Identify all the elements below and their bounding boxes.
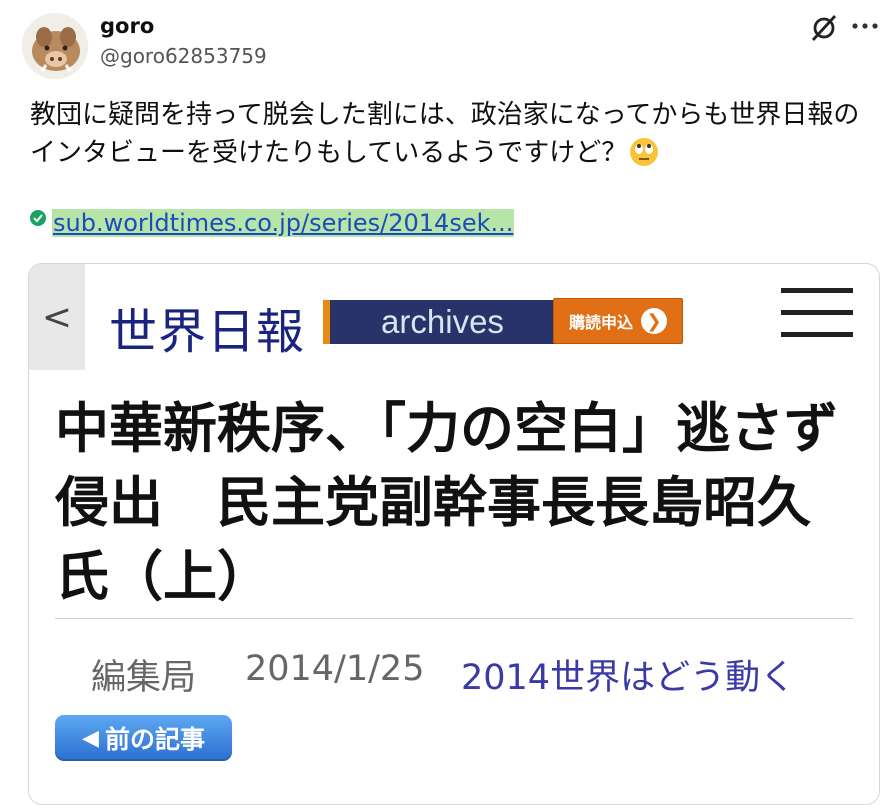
site-logo[interactable]: 世界日報 bbox=[109, 292, 305, 362]
more-icon[interactable] bbox=[850, 12, 880, 42]
archives-banner[interactable]: archives bbox=[323, 300, 555, 344]
post-text: 教団に疑問を持って脱会した割には、政治家になってからも世界日報のインタビューを受… bbox=[30, 96, 870, 172]
post-body: 教団に疑問を持って脱会した割には、政治家になってからも世界日報のインタビューを受… bbox=[30, 100, 860, 168]
subscribe-button[interactable]: 購読申込 ❯ bbox=[553, 298, 683, 344]
green-check-icon bbox=[30, 210, 46, 226]
rolling-eyes-emoji-icon bbox=[630, 138, 659, 166]
arrow-left-icon: ◀ bbox=[82, 725, 99, 751]
arrow-right-icon: ❯ bbox=[641, 308, 667, 334]
article-author: 編集局 bbox=[91, 658, 197, 698]
back-button[interactable]: < bbox=[29, 264, 85, 370]
subscribe-label: 購読申込 bbox=[568, 313, 633, 332]
embedded-article-card[interactable]: < 世界日報 archives 購読申込 ❯ 中華新秩序、「力の空白」逃さず侵出… bbox=[28, 263, 880, 805]
previous-article-button[interactable]: ◀ 前の記事 bbox=[55, 715, 232, 761]
article-date: 2014/1/25 bbox=[245, 649, 425, 689]
hamburger-menu-icon[interactable] bbox=[781, 288, 853, 344]
article-link[interactable]: sub.worldtimes.co.jp/series/2014sek... bbox=[52, 209, 515, 237]
series-link[interactable]: 2014世界はどう動く bbox=[461, 649, 795, 700]
divider bbox=[55, 618, 853, 619]
display-name[interactable]: goro bbox=[100, 14, 154, 38]
post-header: goro @goro62853759 bbox=[0, 0, 892, 80]
boar-avatar-icon bbox=[22, 13, 88, 79]
avatar[interactable] bbox=[22, 13, 88, 79]
user-handle[interactable]: @goro62853759 bbox=[100, 44, 267, 68]
archives-label: archives bbox=[381, 303, 504, 340]
hide-icon[interactable] bbox=[808, 12, 840, 44]
previous-article-label: 前の記事 bbox=[104, 725, 205, 754]
article-title: 中華新秩序、「力の空白」逃さず侵出 民主党副幹事長長島昭久氏（上） bbox=[55, 397, 838, 608]
